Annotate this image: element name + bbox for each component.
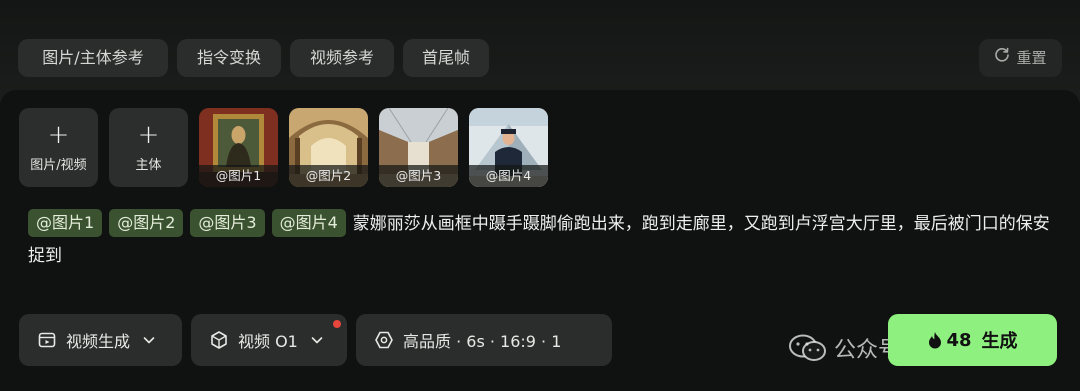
plus-icon: + — [137, 120, 160, 150]
image-mention-chip[interactable]: @图片3 — [190, 209, 265, 237]
tab-image-subject-reference[interactable]: 图片/主体参考 — [18, 39, 168, 77]
chevron-down-icon — [311, 337, 323, 344]
reset-button[interactable]: 重置 — [979, 39, 1062, 77]
tab-instruction-transform[interactable]: 指令变换 — [177, 39, 281, 77]
reset-label: 重置 — [1016, 49, 1047, 67]
mode-select[interactable]: 视频生成 — [19, 314, 182, 366]
image-mention-chip[interactable]: @图片1 — [28, 209, 103, 237]
prompt-input[interactable]: @图片1 @图片2 @图片3 @图片4 蒙娜丽莎从画框中蹑手蹑脚偷跑出来，跑到走廊里，又… — [28, 208, 1058, 272]
image-mention-chip[interactable]: @图片4 — [271, 209, 346, 237]
flame-icon — [929, 332, 942, 349]
reference-image-2[interactable]: @图片2 — [289, 108, 368, 187]
upload-label: 图片/视频 — [30, 158, 87, 173]
image-mention-chip[interactable]: @图片2 — [109, 209, 184, 237]
quality-settings-label: 高品质 · 6s · 16:9 · 1 — [403, 332, 562, 351]
notification-dot — [333, 320, 341, 328]
image-caption: @图片1 — [199, 165, 278, 187]
image-caption: @图片2 — [289, 165, 368, 187]
video-generate-icon — [38, 332, 56, 348]
upload-subject-button[interactable]: + 主体 — [109, 108, 188, 187]
tab-first-last-frame[interactable]: 首尾帧 — [403, 39, 489, 77]
reference-image-4[interactable]: @图片4 — [469, 108, 548, 187]
generate-button[interactable]: 48 生成 — [888, 314, 1057, 366]
generate-label: 生成 — [981, 331, 1018, 352]
cost-indicator: 48 — [927, 329, 972, 351]
quality-hex-icon — [375, 331, 393, 349]
model-cube-icon — [211, 331, 227, 349]
refresh-icon — [994, 39, 1010, 77]
reference-image-1[interactable]: @图片1 — [199, 108, 278, 187]
cost-value: 48 — [946, 329, 972, 351]
image-caption: @图片3 — [379, 165, 458, 187]
model-label: 视频 O1 — [238, 332, 298, 351]
wechat-icon — [789, 334, 826, 361]
image-caption: @图片4 — [469, 165, 548, 187]
upload-label: 主体 — [135, 158, 162, 173]
model-select[interactable]: 视频 O1 — [191, 314, 347, 366]
quality-settings-select[interactable]: 高品质 · 6s · 16:9 · 1 — [356, 314, 612, 366]
upload-image-video-button[interactable]: + 图片/视频 — [19, 108, 98, 187]
tab-video-reference[interactable]: 视频参考 — [290, 39, 394, 77]
plus-icon: + — [47, 120, 70, 150]
reference-image-3[interactable]: @图片3 — [379, 108, 458, 187]
chevron-down-icon — [143, 337, 155, 344]
mode-label: 视频生成 — [66, 332, 131, 351]
